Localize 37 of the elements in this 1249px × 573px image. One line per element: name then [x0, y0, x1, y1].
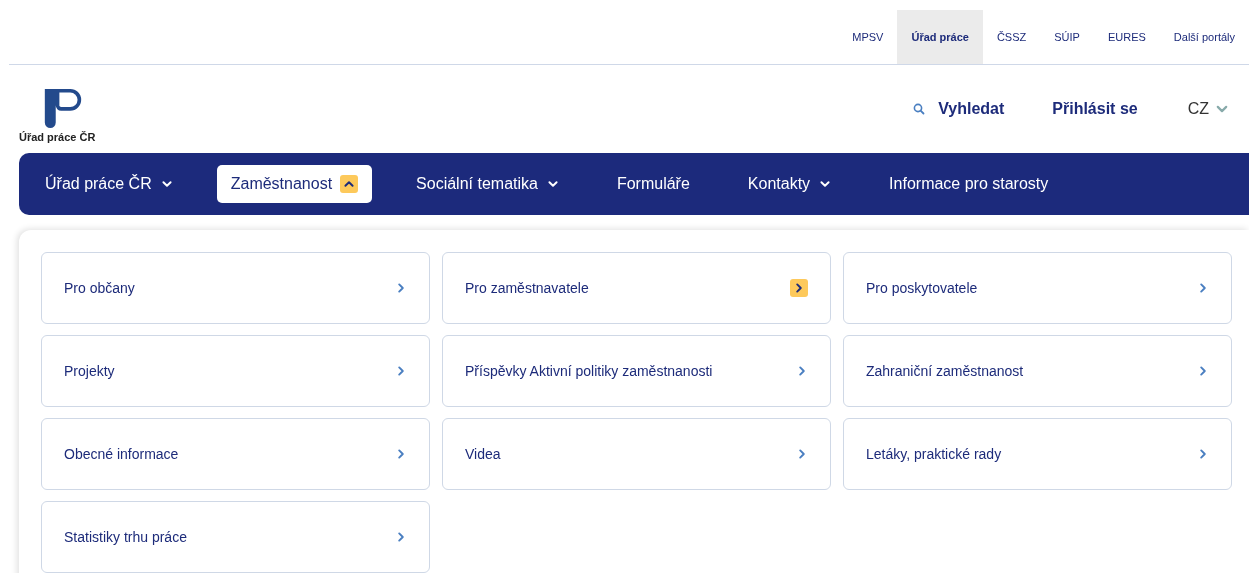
card-label: Zahraniční zaměstnanost — [866, 363, 1024, 379]
submenu-card[interactable]: Příspěvky Aktivní politiky zaměstnanosti — [442, 335, 831, 407]
card-label: Statistiky trhu práce — [64, 529, 187, 545]
portal-link[interactable]: Úřad práce — [897, 10, 983, 64]
card-label: Příspěvky Aktivní politiky zaměstnanosti — [465, 363, 713, 379]
nav-item[interactable]: Zaměstnanost — [216, 165, 373, 203]
card-label: Pro zaměstnavatele — [465, 280, 589, 296]
submenu-card[interactable]: Videa — [442, 418, 831, 490]
search-link[interactable]: Vyhledat — [913, 100, 1005, 118]
nav-item[interactable]: Úřad práce ČR — [31, 165, 187, 203]
portal-link[interactable]: Další portály — [1159, 10, 1249, 64]
card-label: Pro občany — [64, 280, 135, 296]
card-label: Videa — [465, 446, 501, 462]
nav-item[interactable]: Informace pro starosty — [875, 165, 1063, 203]
submenu-card[interactable]: Letáky, praktické rady — [843, 418, 1232, 490]
nav-item[interactable]: Formuláře — [602, 165, 704, 203]
submenu-card[interactable]: Pro občany — [41, 252, 430, 324]
submenu-card[interactable]: Pro zaměstnavatele — [442, 252, 831, 324]
search-icon — [913, 103, 926, 115]
nav-item[interactable]: Sociální tematika — [402, 165, 573, 203]
card-label: Pro poskytovatele — [866, 280, 978, 296]
card-label: Obecné informace — [64, 446, 179, 462]
logo-text: Úřad práce ČR — [19, 130, 96, 143]
nav-item[interactable]: Kontakty — [733, 165, 846, 203]
submenu-card[interactable]: Projekty — [41, 335, 430, 407]
submenu-card[interactable]: Obecné informace — [41, 418, 430, 490]
submenu-card[interactable]: Zahraniční zaměstnanost — [843, 335, 1232, 407]
submenu-card[interactable]: Pro poskytovatele — [843, 252, 1232, 324]
portal-link[interactable]: EURES — [1093, 10, 1160, 64]
card-label: Letáky, praktické rady — [866, 446, 1002, 462]
portal-link[interactable]: SÚIP — [1040, 10, 1094, 64]
portal-link[interactable]: MPSV — [838, 10, 898, 64]
portal-link[interactable]: ČSSZ — [982, 10, 1041, 64]
login-link[interactable]: Přihlásit se — [1052, 100, 1138, 118]
card-label: Projekty — [64, 363, 115, 379]
language-selector[interactable]: CZ — [1187, 100, 1229, 118]
submenu-card[interactable]: Statistiky trhu práce — [41, 501, 430, 573]
